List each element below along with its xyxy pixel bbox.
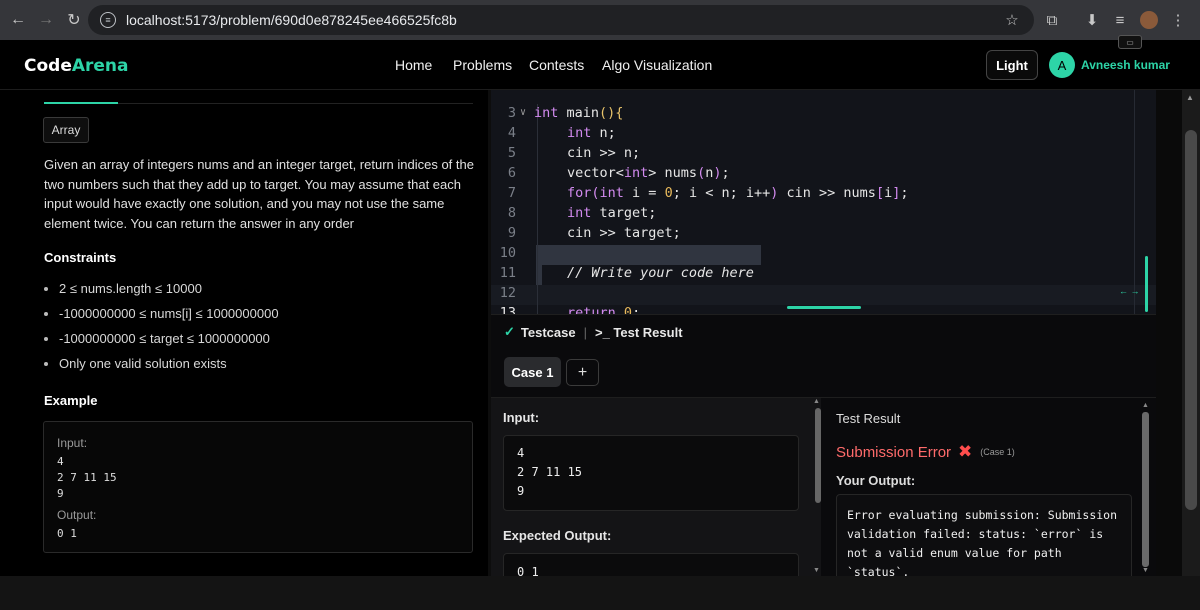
editor-layout-icon[interactable]: ▭	[1118, 35, 1142, 49]
example-input-line: 9	[57, 487, 64, 500]
io-scrollbar[interactable]	[815, 408, 821, 503]
constraint-item: Only one valid solution exists	[44, 356, 227, 371]
nav-contests[interactable]: Contests	[529, 57, 584, 73]
code-line: 3 ∨ int main(){	[507, 105, 624, 121]
bookmark-star-icon[interactable]: ☆	[1000, 8, 1024, 32]
scroll-down-icon[interactable]: ▼	[813, 567, 820, 574]
code-line: 6 vector<int> nums(n);	[507, 165, 730, 181]
testcase-io-pane: Input: 4 2 7 11 15 9 Expected Output: 0 …	[491, 398, 821, 577]
media-icon[interactable]: ≡	[1108, 8, 1132, 32]
scroll-down-icon[interactable]: ▼	[1142, 567, 1149, 574]
code-line: 9 cin >> target;	[507, 225, 681, 241]
example-input-line: 2 7 11 15	[57, 471, 117, 484]
test-panel: ✓ Testcase | >_ Test Result Case 1 + Inp…	[491, 314, 1156, 577]
menu-kebab-icon[interactable]: ⋮	[1166, 8, 1190, 32]
input-line: 9	[517, 484, 525, 498]
constraint-item: -1000000000 ≤ target ≤ 1000000000	[44, 331, 270, 346]
minimap-divider	[1134, 90, 1135, 314]
code-line: 13 return 0;	[499, 305, 641, 314]
scroll-up-icon[interactable]: ▲	[1142, 402, 1149, 409]
constraints-heading: Constraints	[44, 250, 117, 265]
result-scrollbar[interactable]	[1142, 412, 1149, 567]
code-line: 11// Write your code here	[499, 265, 754, 281]
scroll-up-icon[interactable]: ▲	[813, 398, 820, 405]
page-scrollbar-thumb[interactable]	[1185, 130, 1197, 510]
add-case-button[interactable]: +	[566, 359, 599, 386]
app-header: ▭ CodeArena Home Problems Contests Algo …	[0, 35, 1200, 90]
reload-icon[interactable]: ↻	[58, 4, 90, 36]
constraint-item: -1000000000 ≤ nums[i] ≤ 1000000000	[44, 306, 279, 321]
editor-horizontal-scrollbar[interactable]	[787, 306, 861, 309]
theme-toggle-button[interactable]: Light	[986, 50, 1038, 80]
tab-test-result[interactable]: >_ Test Result	[595, 325, 683, 340]
example-box: Input: 4 2 7 11 15 9 Output: 0 1	[43, 421, 473, 553]
url-text: localhost:5173/problem/690d0e878245ee466…	[126, 12, 457, 28]
code-editor[interactable]: 3 ∨ int main(){ 4 int n; 5 cin >> n; 6 vector…	[491, 90, 1156, 314]
status-badge: Submission Error ✖ (Case 1)	[836, 442, 1015, 461]
code-line: 4 int n;	[507, 125, 616, 141]
right-gutter	[1156, 90, 1182, 576]
code-line: 8 int target;	[507, 205, 657, 221]
example-output-label: Output:	[57, 508, 97, 522]
case-1-button[interactable]: Case 1	[504, 357, 561, 387]
username[interactable]: Avneesh kumar	[1081, 58, 1170, 72]
test-tabs: ✓ Testcase | >_ Test Result	[504, 324, 683, 340]
error-output-box: Error evaluating submission: Submission …	[836, 494, 1132, 577]
nav-algo-visualization[interactable]: Algo Visualization	[602, 57, 712, 73]
input-label: Input:	[503, 410, 540, 425]
avatar[interactable]: A	[1049, 52, 1075, 78]
your-output-label: Your Output:	[836, 473, 916, 488]
minimap-arrows-icon: ← →	[1119, 286, 1140, 296]
input-box: 4 2 7 11 15 9	[503, 435, 799, 511]
error-text: Error evaluating submission: Submission …	[847, 508, 1118, 577]
problem-description: Given an array of integers nums and an i…	[44, 157, 474, 231]
example-input-line: 4	[57, 455, 64, 468]
profile-icon[interactable]	[1137, 8, 1161, 32]
tab-testcase[interactable]: Testcase	[521, 325, 576, 340]
address-bar[interactable]: ≡ localhost:5173/problem/690d0e878245ee4…	[88, 5, 1034, 35]
code-line: 5 cin >> n;	[507, 145, 641, 161]
error-x-icon: ✖	[958, 442, 973, 461]
site-info-icon[interactable]: ≡	[100, 12, 116, 28]
input-line: 2 7 11 15	[517, 465, 583, 479]
editor-vertical-scrollbar[interactable]	[1145, 256, 1148, 312]
example-heading: Example	[44, 393, 98, 408]
code-line: 10	[499, 245, 516, 261]
code-line: 12	[499, 285, 516, 301]
bottom-bar	[0, 576, 1200, 610]
nav-home[interactable]: Home	[395, 57, 432, 73]
test-result-pane: Test Result Submission Error ✖ (Case 1) …	[824, 398, 1156, 577]
problem-panel: Array Given an array of integers nums an…	[0, 90, 490, 610]
input-line: 4	[517, 446, 525, 460]
active-tab-indicator	[44, 102, 118, 104]
check-icon: ✓	[504, 324, 515, 339]
constraint-item: 2 ≤ nums.length ≤ 10000	[44, 281, 202, 296]
nav-problems[interactable]: Problems	[453, 57, 512, 73]
expected-output-label: Expected Output:	[503, 528, 612, 543]
browser-toolbar: ← → ↻ ≡ localhost:5173/problem/690d0e878…	[0, 0, 1200, 40]
result-title: Test Result	[836, 411, 901, 426]
scroll-up-icon[interactable]: ▲	[1186, 93, 1194, 102]
extensions-icon[interactable]: ⧉	[1040, 8, 1064, 32]
logo[interactable]: CodeArena	[24, 56, 129, 76]
example-input-label: Input:	[57, 436, 88, 450]
example-output-line: 0 1	[57, 527, 77, 540]
topic-tag[interactable]: Array	[43, 117, 89, 143]
download-icon[interactable]: ⬇	[1080, 8, 1104, 32]
tab-divider	[118, 103, 473, 104]
code-line: 7 for(int i = 0; i < n; i++) cin >> nums[…	[507, 185, 909, 201]
expected-output-box: 0 1	[503, 553, 799, 577]
